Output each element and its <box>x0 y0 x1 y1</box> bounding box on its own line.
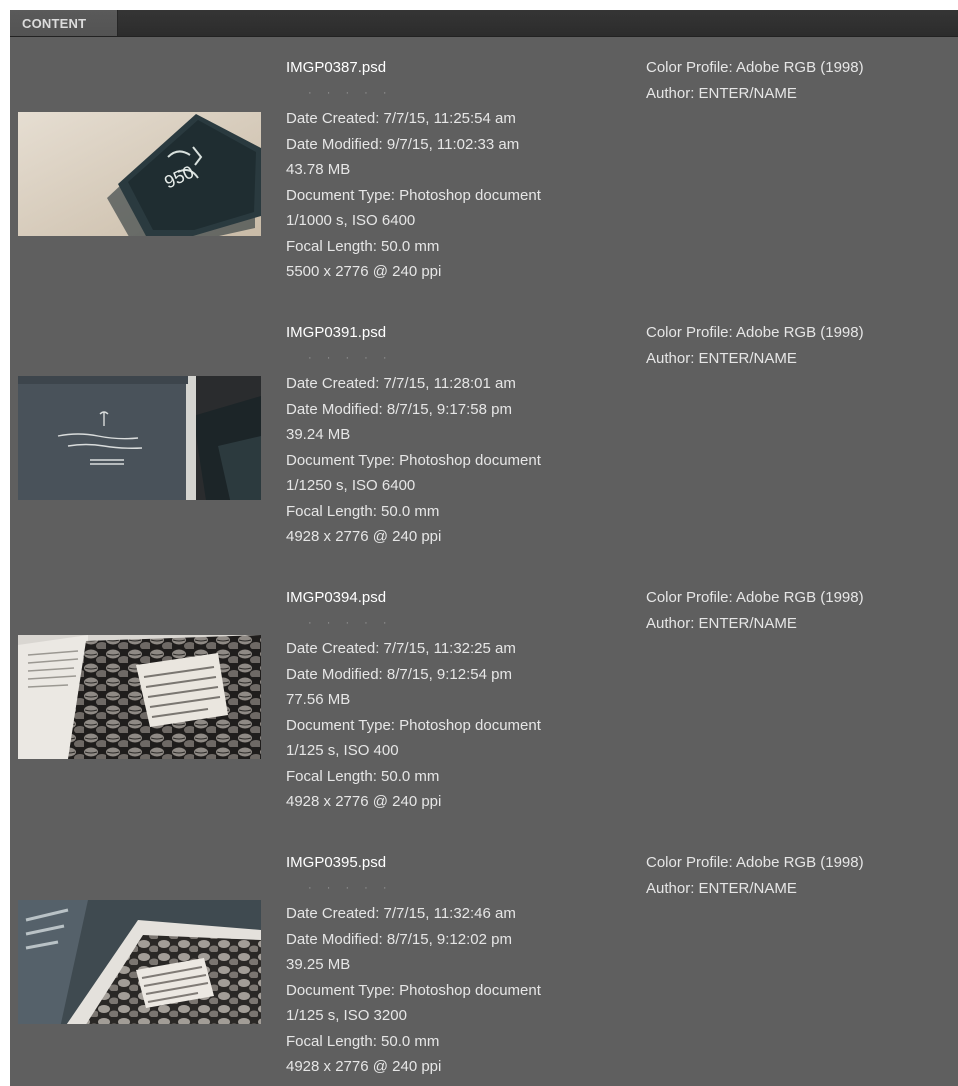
thumbnail-image[interactable] <box>18 635 261 759</box>
date-modified: Date Modified: 8/7/15, 9:17:58 pm <box>286 400 512 418</box>
date-created: Date Created: 7/7/15, 11:32:46 am <box>286 905 516 922</box>
file-size: 43.78 MB <box>286 161 351 178</box>
file-name: IMGP0387.psd <box>286 59 387 76</box>
focal-length: Focal Length: 50.0 mm <box>286 767 440 785</box>
file-metadata: IMGP0394.psd · · · · · Date Created: 7/7… <box>286 585 541 815</box>
dimensions: 4928 x 2776 @ 240 ppi <box>286 1058 442 1075</box>
date-modified: Date Modified: 8/7/15, 9:12:02 pm <box>286 930 512 948</box>
focal-length: Focal Length: 50.0 mm <box>286 237 440 255</box>
color-profile: Color Profile: Adobe RGB (1998) <box>646 324 864 341</box>
file-metadata: IMGP0387.psd · · · · · Date Created: 7/7… <box>286 55 541 285</box>
file-name: IMGP0391.psd <box>286 324 387 341</box>
file-size: 39.25 MB <box>286 956 351 973</box>
focal-length: Focal Length: 50.0 mm <box>286 1032 440 1050</box>
author: Author: ENTER/NAME <box>646 349 797 367</box>
content-item[interactable]: 950 IMGP0387.psd · · · · · Date Created:… <box>10 55 958 320</box>
content-panel: CONTENT 950 IMGP0387.psd · · · · · Date … <box>10 10 958 1086</box>
star-rating[interactable]: · · · · · <box>286 81 541 107</box>
exposure: 1/1000 s, ISO 6400 <box>286 212 416 229</box>
star-rating[interactable]: · · · · · <box>286 611 541 637</box>
star-rating[interactable]: · · · · · <box>286 346 541 372</box>
content-item[interactable]: IMGP0391.psd · · · · · Date Created: 7/7… <box>10 320 958 585</box>
content-item[interactable]: IMGP0395.psd · · · · · Date Created: 7/7… <box>10 850 958 1086</box>
focal-length: Focal Length: 50.0 mm <box>286 502 440 520</box>
color-profile: Color Profile: Adobe RGB (1998) <box>646 854 864 871</box>
dimensions: 4928 x 2776 @ 240 ppi <box>286 528 442 545</box>
file-metadata: IMGP0391.psd · · · · · Date Created: 7/7… <box>286 320 541 550</box>
author: Author: ENTER/NAME <box>646 614 797 632</box>
star-rating[interactable]: · · · · · <box>286 876 541 902</box>
thumbnail-image[interactable]: 950 <box>18 112 261 236</box>
exposure: 1/1250 s, ISO 6400 <box>286 477 416 494</box>
author: Author: ENTER/NAME <box>646 84 797 102</box>
file-properties: Color Profile: Adobe RGB (1998) Author: … <box>646 320 864 371</box>
file-name: IMGP0394.psd <box>286 589 387 606</box>
date-modified: Date Modified: 8/7/15, 9:12:54 pm <box>286 665 512 683</box>
file-properties: Color Profile: Adobe RGB (1998) Author: … <box>646 850 864 901</box>
content-item[interactable]: IMGP0394.psd · · · · · Date Created: 7/7… <box>10 585 958 850</box>
document-type: Document Type: Photoshop document <box>286 716 541 734</box>
document-type: Document Type: Photoshop document <box>286 981 541 999</box>
date-created: Date Created: 7/7/15, 11:25:54 am <box>286 110 516 127</box>
tab-content[interactable]: CONTENT <box>10 10 118 36</box>
author: Author: ENTER/NAME <box>646 879 797 897</box>
panel-tab-bar: CONTENT <box>10 10 958 37</box>
date-modified: Date Modified: 9/7/15, 11:02:33 am <box>286 135 520 153</box>
color-profile: Color Profile: Adobe RGB (1998) <box>646 589 864 606</box>
file-name: IMGP0395.psd <box>286 854 387 871</box>
thumbnail-image[interactable] <box>18 900 261 1024</box>
date-created: Date Created: 7/7/15, 11:32:25 am <box>286 640 516 657</box>
date-created: Date Created: 7/7/15, 11:28:01 am <box>286 375 516 392</box>
file-properties: Color Profile: Adobe RGB (1998) Author: … <box>646 55 864 106</box>
thumbnail-image[interactable] <box>18 376 261 500</box>
file-properties: Color Profile: Adobe RGB (1998) Author: … <box>646 585 864 636</box>
color-profile: Color Profile: Adobe RGB (1998) <box>646 59 864 76</box>
file-metadata: IMGP0395.psd · · · · · Date Created: 7/7… <box>286 850 541 1080</box>
file-size: 77.56 MB <box>286 691 351 708</box>
document-type: Document Type: Photoshop document <box>286 186 541 204</box>
exposure: 1/125 s, ISO 400 <box>286 742 399 759</box>
file-size: 39.24 MB <box>286 426 351 443</box>
dimensions: 4928 x 2776 @ 240 ppi <box>286 793 442 810</box>
document-type: Document Type: Photoshop document <box>286 451 541 469</box>
dimensions: 5500 x 2776 @ 240 ppi <box>286 263 442 280</box>
exposure: 1/125 s, ISO 3200 <box>286 1007 407 1024</box>
